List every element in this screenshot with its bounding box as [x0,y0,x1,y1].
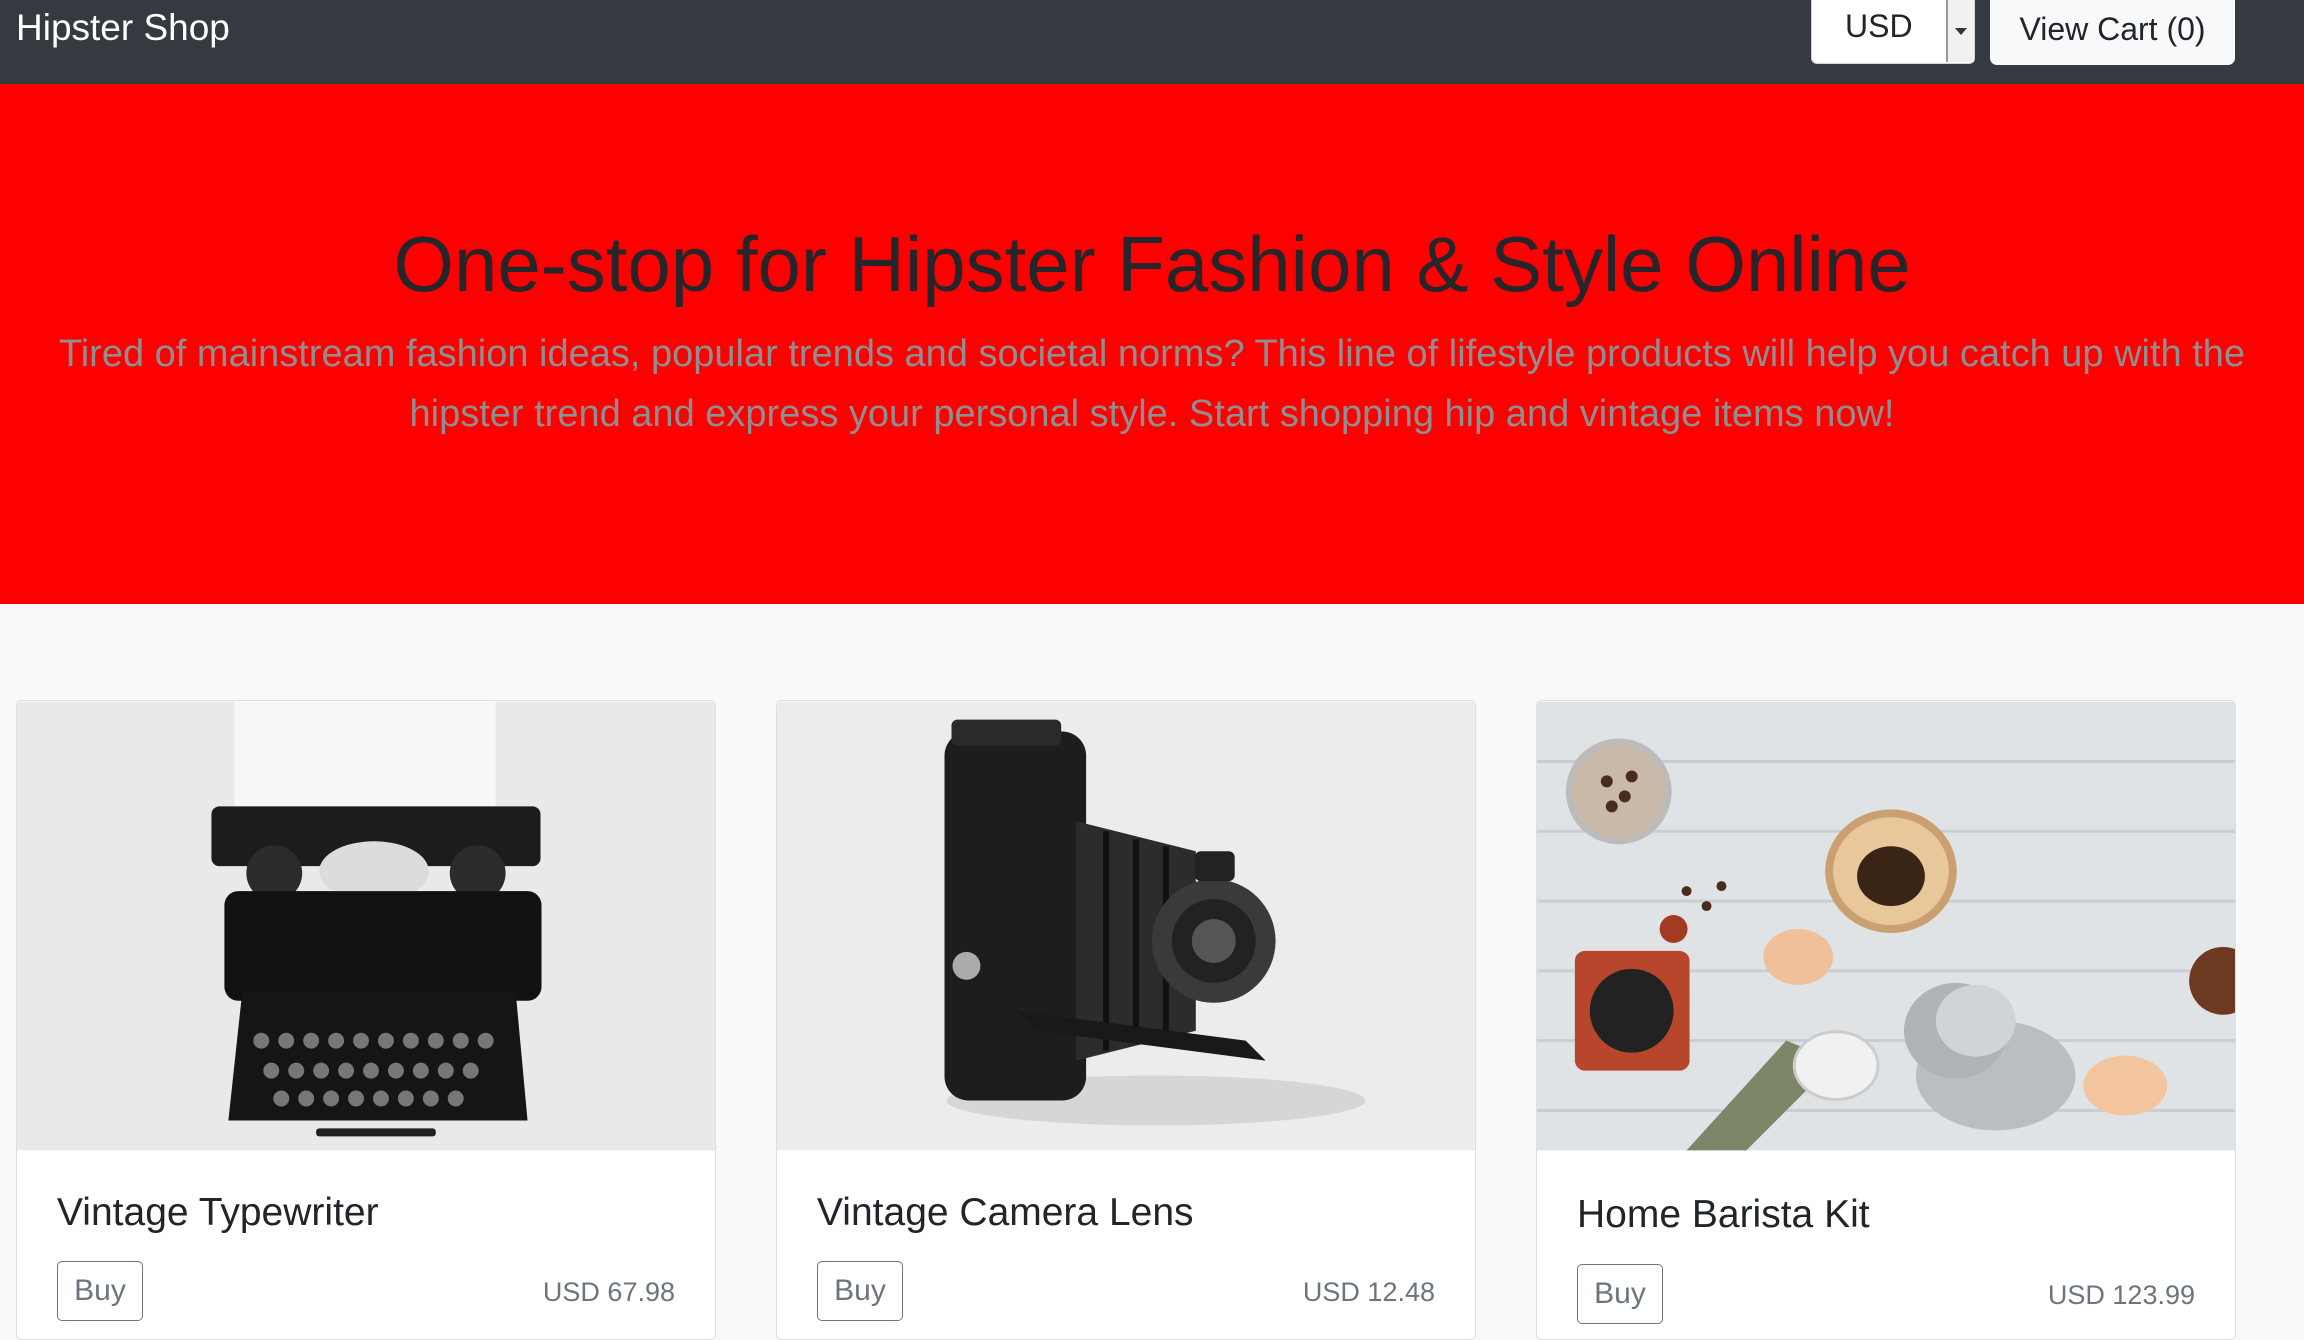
buy-button[interactable]: Buy [817,1261,903,1321]
hero-banner: One-stop for Hipster Fashion & Style Onl… [0,84,2304,604]
buy-button[interactable]: Buy [1577,1264,1663,1324]
barista-kit-image[interactable] [1537,701,2235,1151]
hero-lead-line-2: hipster trend and express your personal … [409,393,1895,435]
hero-lead: Tired of mainstream fashion ideas, popul… [0,324,2304,444]
brand-logo[interactable]: Hipster Shop [16,6,230,50]
product-name[interactable]: Vintage Typewriter [57,1191,379,1235]
product-price: USD 123.99 [2047,1280,2195,1310]
product-price: USD 67.98 [542,1277,675,1307]
currency-value: USD [1845,8,1913,44]
currency-select[interactable]: USD [1811,0,1975,64]
top-navbar: Hipster Shop USD View Cart (0) [0,0,2304,84]
hero-title: One-stop for Hipster Fashion & Style Onl… [393,220,1911,308]
hero-lead-line-1: Tired of mainstream fashion ideas, popul… [58,333,2246,375]
chevron-down-icon[interactable] [1946,0,1974,62]
product-price: USD 12.48 [1302,1277,1435,1307]
buy-button[interactable]: Buy [57,1261,143,1321]
product-name[interactable]: Vintage Camera Lens [817,1191,1194,1235]
view-cart-button[interactable]: View Cart (0) [1990,0,2235,65]
product-card: Vintage Camera Lens Buy USD 12.48 [776,700,1476,1340]
product-card: Home Barista Kit Buy USD 123.99 [1536,700,2236,1340]
typewriter-image[interactable] [17,701,715,1151]
product-card: Vintage Typewriter Buy USD 67.98 [16,700,716,1340]
product-name[interactable]: Home Barista Kit [1577,1193,1870,1237]
camera-image[interactable] [777,701,1475,1151]
